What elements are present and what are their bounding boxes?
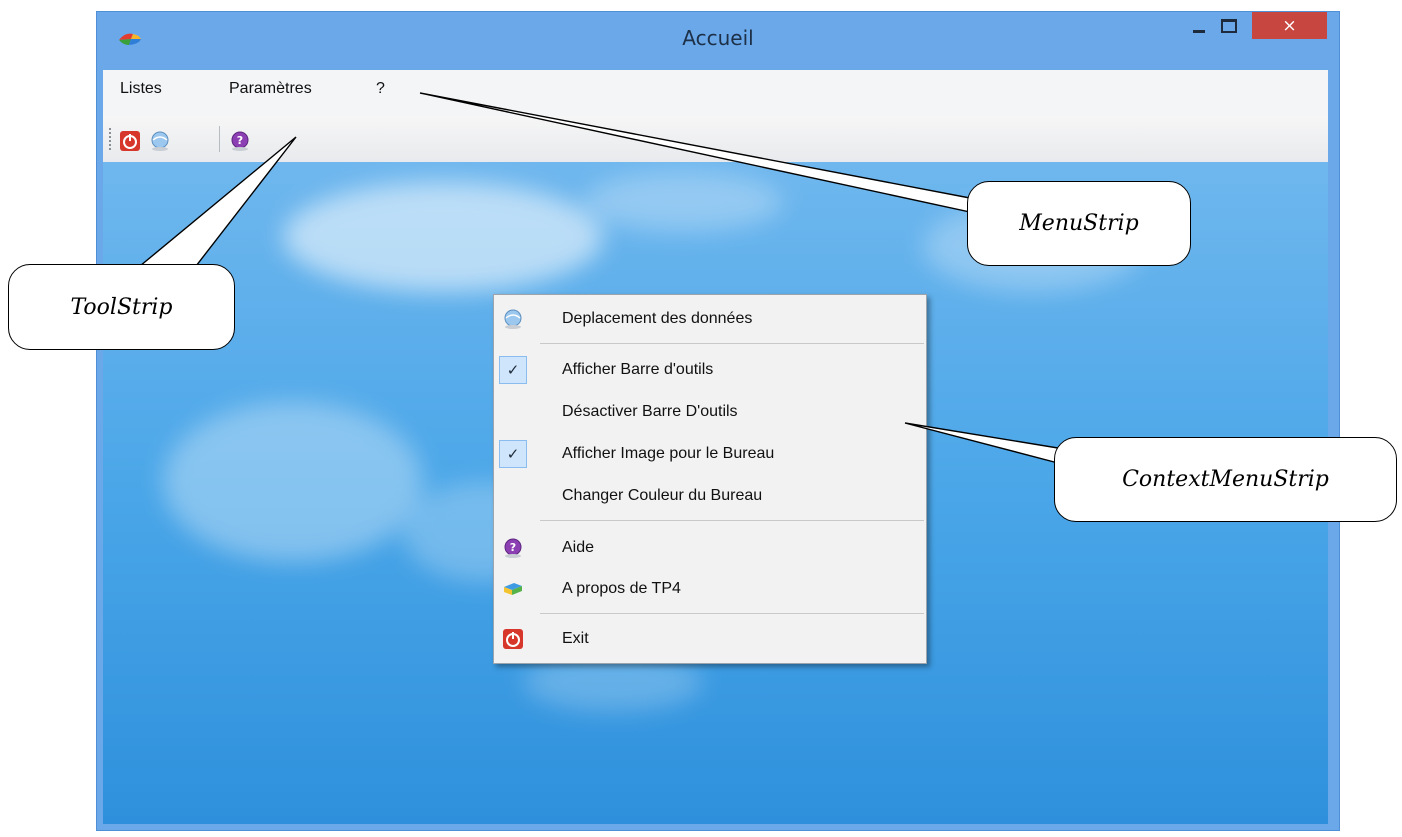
toolstrip-grip[interactable] [109, 128, 111, 152]
ctx-label: Deplacement des données [562, 310, 753, 327]
svg-text:?: ? [510, 541, 516, 554]
ctx-separator [540, 520, 924, 521]
ctx-item-deplacement[interactable]: Deplacement des données [494, 302, 926, 336]
check-icon: ✓ [499, 356, 527, 384]
callout-toolstrip: ToolStrip [8, 264, 235, 350]
ctx-item-afficher-image[interactable]: ✓ Afficher Image pour le Bureau [494, 437, 926, 471]
callout-label: MenuStrip [1019, 211, 1139, 236]
cloud [583, 172, 783, 232]
ctx-label: Aide [562, 539, 595, 556]
ctx-label: A propos de TP4 [562, 580, 681, 597]
about-icon [504, 583, 522, 595]
maximize-button[interactable] [1209, 14, 1249, 38]
menu-parametres[interactable]: Paramètres [229, 80, 312, 98]
callout-menustrip: MenuStrip [967, 181, 1191, 266]
menu-listes[interactable]: Listes [120, 80, 162, 98]
ctx-label: Exit [562, 630, 589, 647]
window-title: Accueil [682, 26, 754, 50]
ctx-label: Désactiver Barre D'outils [562, 403, 738, 420]
cloud [163, 402, 423, 562]
ctx-label: Afficher Barre d'outils [562, 361, 714, 378]
callout-contextmenustrip: ContextMenuStrip [1054, 437, 1397, 522]
ctx-item-exit[interactable]: Exit [494, 622, 926, 656]
callout-label: ContextMenuStrip [1122, 467, 1329, 492]
globe-icon [504, 309, 522, 329]
help-icon: ? [504, 538, 522, 558]
minimize-icon [1193, 29, 1205, 33]
menu-strip: Listes Paramètres ? [103, 70, 1328, 116]
tool-strip: ? [103, 116, 1328, 163]
globe-icon[interactable] [149, 130, 171, 152]
toolstrip-separator [219, 126, 220, 152]
close-button[interactable]: × [1252, 12, 1327, 39]
callout-label: ToolStrip [70, 294, 173, 320]
ctx-label: Changer Couleur du Bureau [562, 487, 763, 504]
exit-icon[interactable] [119, 130, 141, 152]
check-icon: ✓ [499, 440, 527, 468]
ctx-item-desactiver-barre[interactable]: Désactiver Barre D'outils [494, 395, 926, 429]
exit-icon [503, 629, 523, 649]
svg-text:?: ? [237, 134, 243, 147]
ctx-item-changer-couleur[interactable]: Changer Couleur du Bureau [494, 479, 926, 513]
ctx-item-aide[interactable]: ? Aide [494, 531, 926, 565]
context-menu-strip: Deplacement des données ✓ Afficher Barre… [493, 294, 927, 664]
ctx-separator [540, 343, 924, 344]
ctx-item-a-propos[interactable]: A propos de TP4 [494, 572, 926, 606]
ctx-separator [540, 613, 924, 614]
close-icon: × [1282, 15, 1297, 36]
ctx-label: Afficher Image pour le Bureau [562, 445, 775, 462]
cloud [283, 182, 603, 292]
title-bar[interactable]: Accueil × [97, 12, 1339, 70]
ctx-item-afficher-barre[interactable]: ✓ Afficher Barre d'outils [494, 353, 926, 387]
menu-help[interactable]: ? [376, 80, 385, 98]
help-icon[interactable]: ? [229, 130, 251, 152]
maximize-icon [1221, 19, 1237, 33]
